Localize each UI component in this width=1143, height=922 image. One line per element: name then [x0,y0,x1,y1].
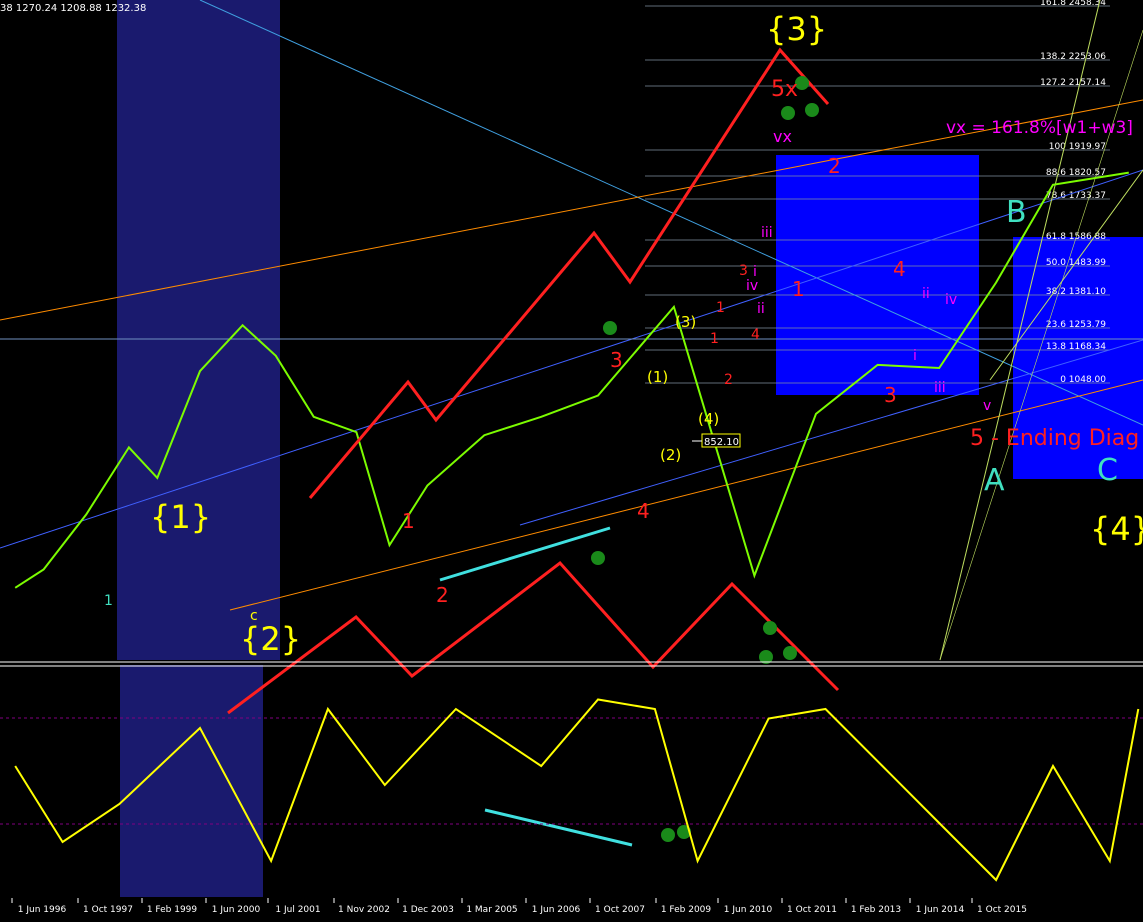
fib-level-label: 23.6 1253.79 [1046,320,1106,330]
fib-level-label: 38.2 1381.10 [1046,287,1106,297]
fib-level-label: 13.8 1168.34 [1046,342,1106,352]
mag-label-i-2: i [913,348,917,364]
cyan-arrow-lower [484,808,633,847]
red-zigzag-upper [308,47,830,499]
red-label-2b: 2 [828,154,841,178]
red-label-4: 4 [637,499,650,523]
x-axis-label: 1 Oct 2011 [787,905,837,915]
wave-label-C: C [1097,453,1118,488]
red-label-3: 3 [610,348,623,372]
x-axis-label: 1 Jul 2001 [275,905,320,915]
small-red-1: 1 [716,300,725,316]
x-axis-label: 1 Feb 1999 [147,905,198,915]
yellow-label-4: (4) [698,410,719,428]
green-dot [763,621,777,635]
x-axis-label: 1 Mar 2005 [466,905,517,915]
x-axis-label: 1 Jun 2010 [724,905,773,915]
elliott-wave-chart: 161.8 2458.34 138.2 2253.06 127.2 2157.14 1… [0,0,1143,915]
mag-label-iv-2: iv [945,292,957,308]
x-axis-label: 1 Dec 2003 [402,905,454,915]
mag-label-iii-2: iii [934,380,946,396]
price-tag: 852.10 [704,437,739,448]
red-label-3b: 3 [884,383,897,407]
wave-label-2-big: {2} [240,620,301,658]
wave-label-B: B [1006,195,1027,230]
fib-level-label: 0 1048.00 [1060,375,1106,385]
small-red-3: 3 [739,263,748,279]
fib-level-label: 161.8 2458.34 [1040,0,1106,8]
green-dot [781,106,795,120]
red-wave-arrows [227,47,840,715]
x-axis-label: 1 Jun 2000 [212,905,261,915]
x-axis: 1 Jun 1996 1 Oct 1997 1 Feb 1999 1 Jun 2000… [11,898,1027,915]
orange-lower-channel [229,379,1143,611]
green-dot [603,321,617,335]
green-dot [591,551,605,565]
wave-label-5x: 5x [771,77,798,102]
green-dot [661,828,675,842]
red-label-4b: 4 [893,257,906,281]
fib-level-label: 100 1919.97 [1049,142,1106,152]
red-label-1b: 1 [792,277,805,301]
blue-box-main [776,155,979,395]
yellow-label-1: (1) [647,368,668,386]
small-red-1b: 1 [710,331,719,347]
yellow-label-2: (2) [660,446,681,464]
fib-level-label: 127.2 2157.14 [1040,78,1106,88]
mag-label-v: v [983,398,991,414]
x-axis-label: 1 Jun 2006 [532,905,581,915]
mag-label-i: i [753,264,757,280]
x-axis-label: 1 Oct 2015 [977,905,1027,915]
header-ohlc: 38 1270.24 1208.88 1232.38 [0,3,146,14]
fib-level-label: 138.2 2253.06 [1040,52,1106,62]
wave-label-1-big: {1} [150,498,211,536]
small-c-label: c [250,608,258,624]
x-axis-label: 1 Jun 2014 [916,905,965,915]
mag-label-iv: iv [746,278,758,294]
mag-label-iii: iii [761,225,773,241]
x-axis-label: 1 Oct 2007 [595,905,645,915]
vx-formula: vx = 161.8%[w1+w3] [946,118,1133,138]
x-axis-label: 1 Feb 2013 [851,905,901,915]
x-axis-label: 1 Oct 1997 [83,905,133,915]
red-label-1: 1 [402,509,415,533]
highlight-band [117,0,280,660]
cyan-arrows [439,526,633,847]
x-axis-label: 1 Feb 2009 [661,905,712,915]
wave-label-vx: vx [773,127,792,146]
wave-label-4-big: {4} [1090,510,1143,548]
x-axis-label: 1 Nov 2002 [338,905,390,915]
red-label-2: 2 [436,583,449,607]
ending-diagonal-label: 5 - Ending Diag [970,426,1139,451]
yellow-label-3: (3) [675,313,696,331]
cyan-label-1: 1 [104,593,113,609]
cyan-diagonal-line [199,0,1143,426]
x-axis-label: 1 Jun 1996 [18,905,67,915]
fib-level-label: 50.0 1483.99 [1046,258,1106,268]
red-zigzag-lower [227,560,840,715]
small-red-4: 4 [751,327,760,343]
mag-label-ii-2: ii [922,286,930,302]
green-dot [805,103,819,117]
wave-label-3-big: {3} [766,10,827,48]
highlight-band-lower [120,665,263,897]
wave-label-A: A [984,463,1005,498]
green-dot [783,646,797,660]
small-red-2: 2 [724,372,733,388]
mag-label-ii: ii [757,301,765,317]
